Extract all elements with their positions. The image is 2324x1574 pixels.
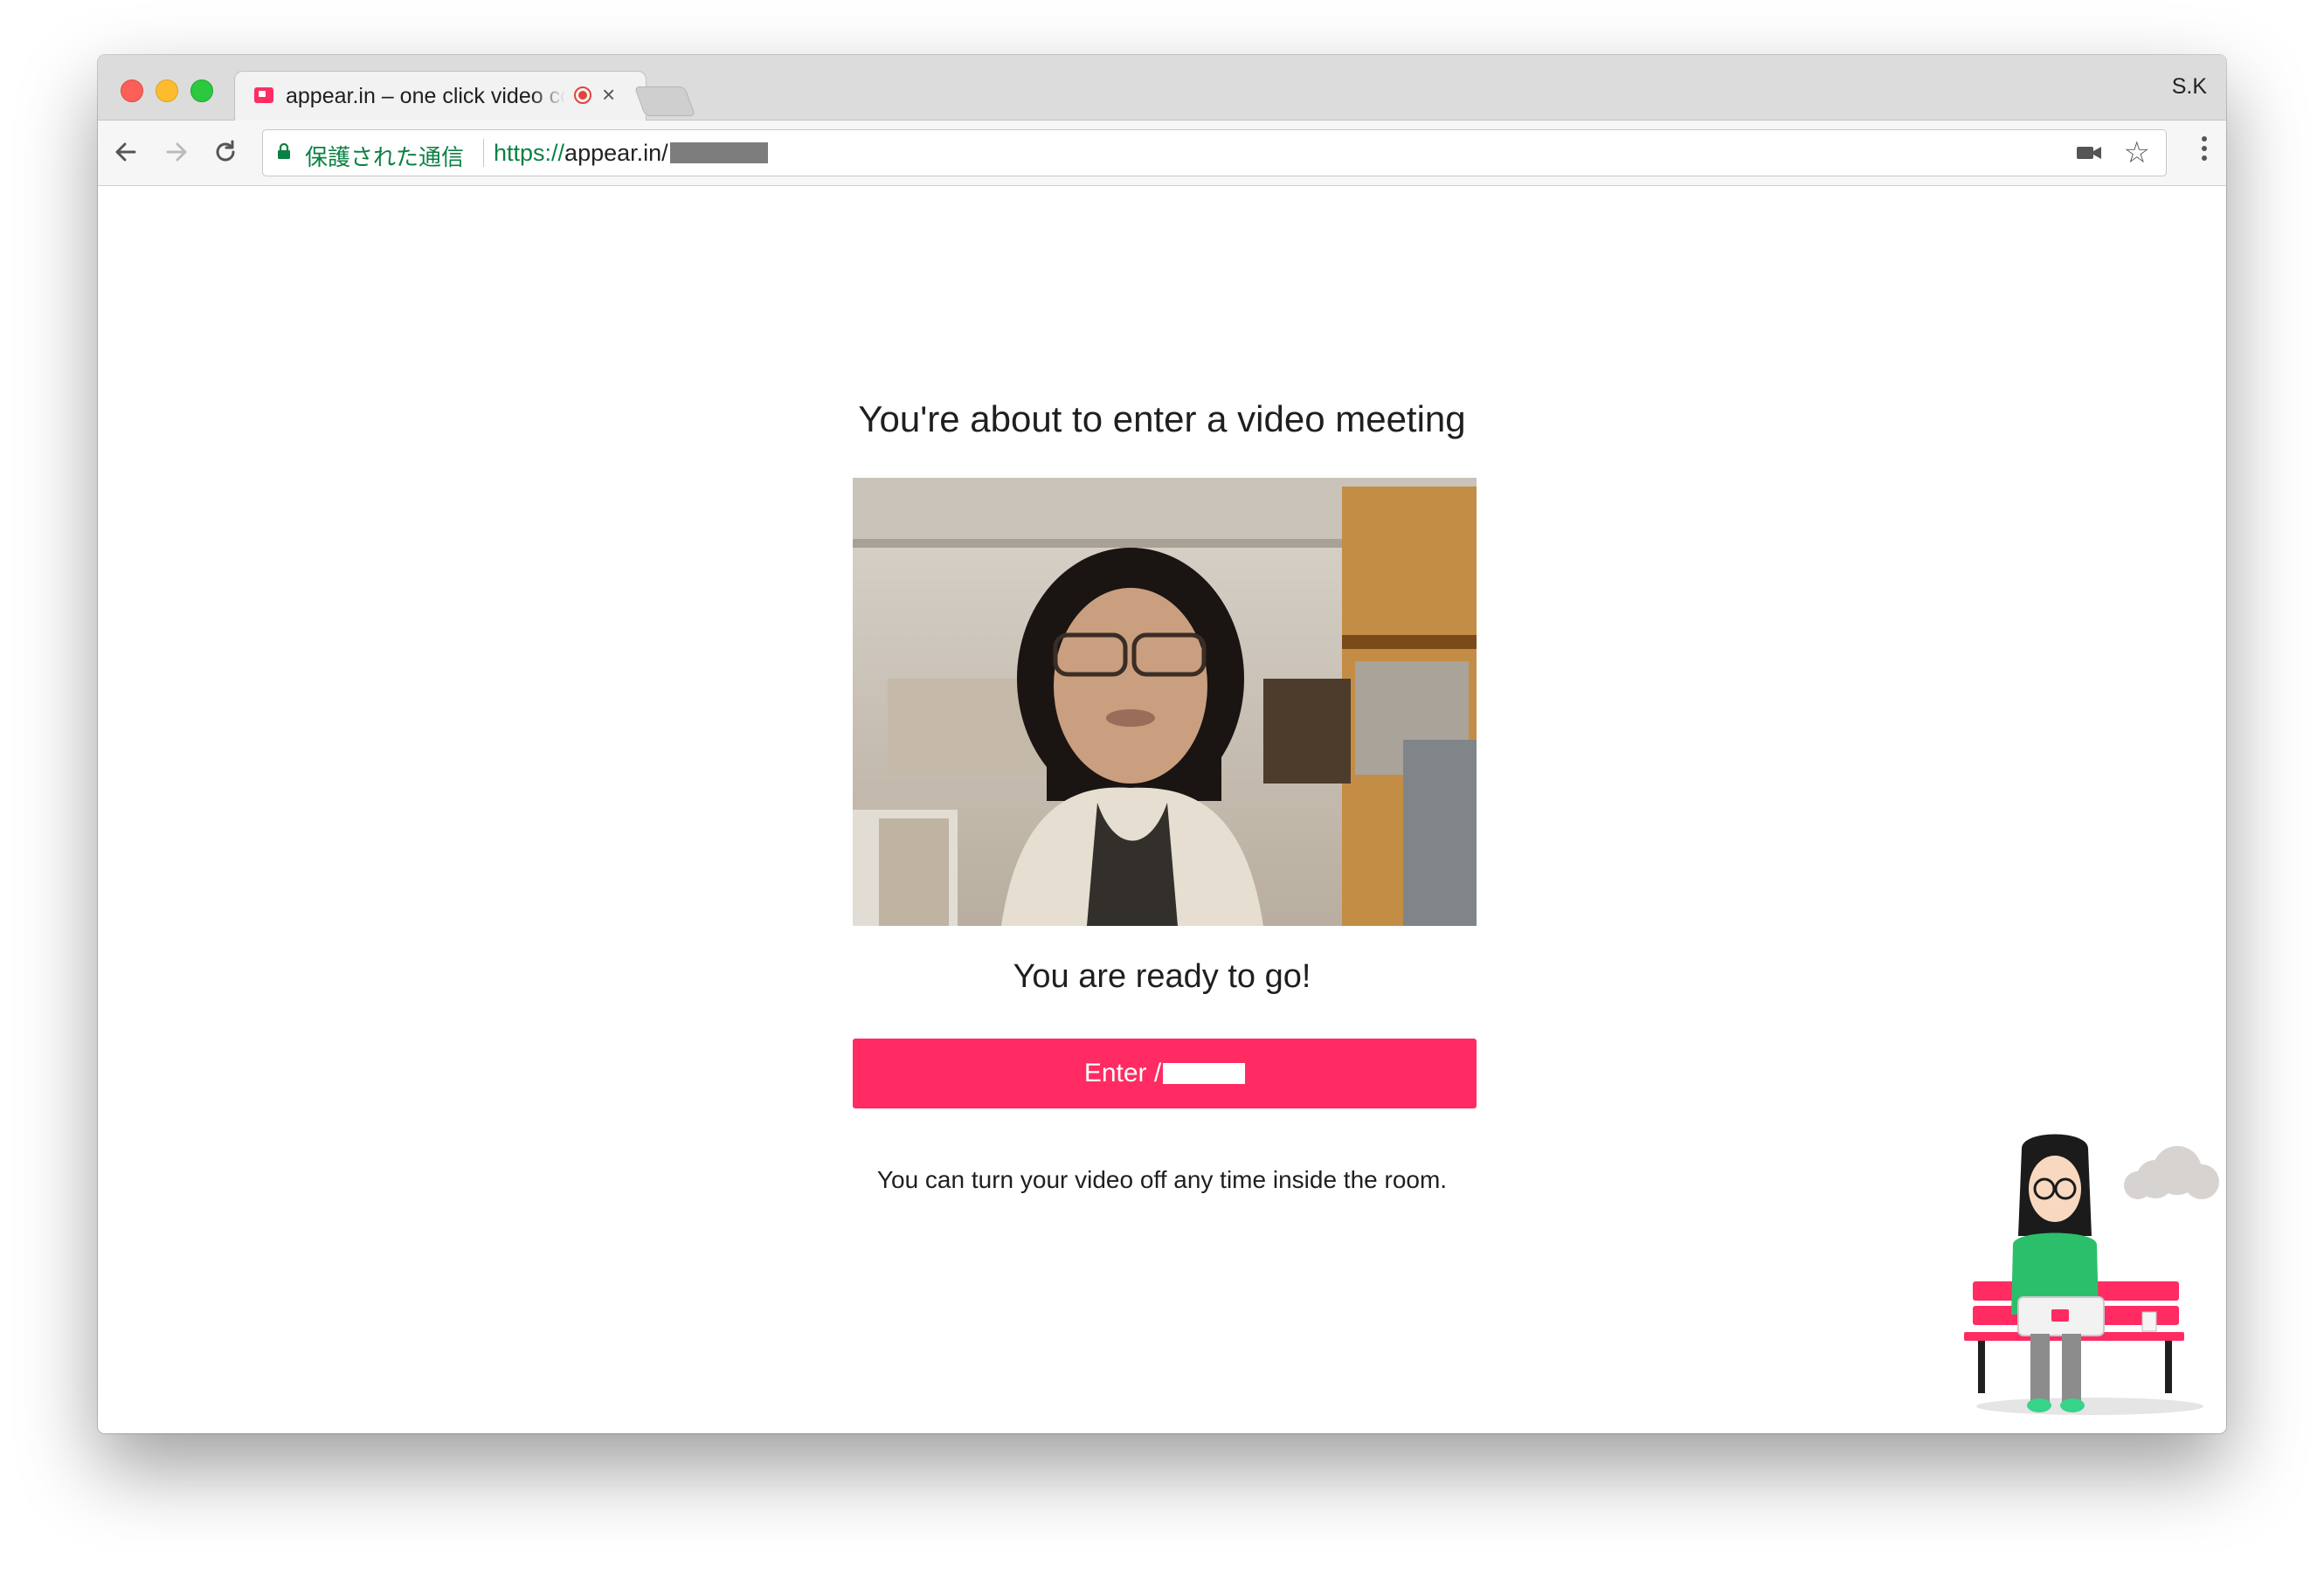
camera-preview (853, 478, 1477, 926)
redacted-room-name (669, 142, 768, 163)
enter-room-label: Enter / (1083, 1059, 1162, 1087)
title-bar: appear.in – one click video conversation… (98, 55, 2226, 122)
page-heading: You're about to enter a video meeting (858, 398, 1466, 439)
browser-tab[interactable]: appear.in – one click video conversation… (234, 71, 647, 122)
forward-icon[interactable] (161, 136, 192, 168)
url-text[interactable]: https://appear.in/ (494, 140, 768, 167)
profile-name[interactable]: S.K (2172, 74, 2207, 100)
new-tab-button[interactable] (633, 86, 696, 116)
url-scheme: https:// (494, 140, 565, 166)
recording-icon (574, 86, 591, 104)
secure-label: 保護された通信 (305, 144, 465, 170)
close-window-button[interactable] (121, 79, 143, 102)
divider (483, 139, 484, 167)
star-icon[interactable]: ☆ (2124, 135, 2150, 170)
tab-title: appear.in – one click video conversation… (286, 84, 565, 108)
address-bar[interactable]: 保護された通信 https://appear.in/ ☆ (262, 129, 2167, 176)
favicon-icon (254, 87, 273, 103)
minimize-window-button[interactable] (156, 79, 178, 102)
browser-window: appear.in – one click video conversation… (98, 55, 2226, 1433)
camera-icon[interactable] (2075, 141, 2103, 165)
zoom-window-button[interactable] (190, 79, 213, 102)
redacted-room-name (1163, 1063, 1246, 1084)
camera-preview-image (853, 478, 1477, 926)
toolbar: 保護された通信 https://appear.in/ ☆ (98, 121, 2226, 186)
enter-room-button[interactable]: Enter / (853, 1039, 1477, 1108)
close-icon[interactable]: × (602, 81, 615, 108)
lock-icon (278, 142, 290, 159)
url-host: appear.in/ (564, 140, 668, 166)
page-viewport: You're about to enter a video meeting Yo… (98, 186, 2226, 1433)
ready-status: You are ready to go! (1013, 958, 1311, 995)
menu-icon[interactable] (2202, 136, 2209, 168)
video-note: You can turn your video off any time ins… (876, 1166, 1448, 1193)
back-icon[interactable] (110, 136, 142, 168)
reload-icon[interactable] (210, 136, 241, 168)
bench-illustration (1964, 1134, 2219, 1415)
